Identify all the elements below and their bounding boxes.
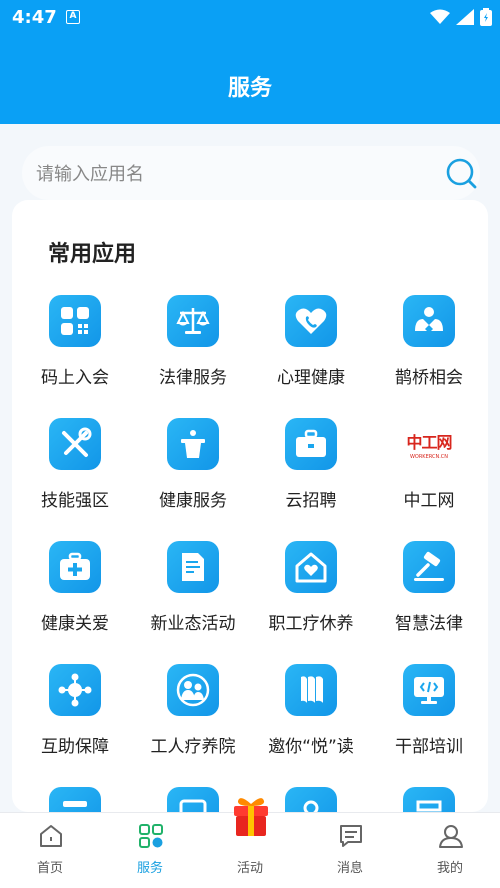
tab-label: 消息 (336, 861, 363, 876)
app-label: 码上入会 (41, 368, 109, 388)
grid-scan-icon (49, 295, 101, 347)
app-new-business[interactable]: 新业态活动 (134, 541, 252, 651)
zgw-logo-text: 中工网 (406, 432, 452, 452)
briefcase-icon (285, 418, 337, 470)
medical-kit-icon (49, 541, 101, 593)
app-label: 技能强区 (41, 491, 109, 511)
app-label: 健康服务 (159, 491, 227, 511)
app-label: 新业态活动 (150, 614, 236, 634)
app-mental-health[interactable]: 心理健康 (252, 295, 370, 405)
house-heart-icon (285, 541, 337, 593)
app-label: 邀你“悦”读 (268, 737, 354, 757)
app-mutual-aid[interactable]: 互助保障 (16, 664, 134, 774)
status-time: 4:47 (12, 7, 57, 28)
app-zhonggongwang[interactable]: 中工网 WORKERCN.CN 中工网 (370, 418, 488, 528)
home-icon (40, 825, 62, 847)
app-label: 智慧法律 (395, 614, 463, 634)
gavel-icon (403, 541, 455, 593)
tab-label: 我的 (436, 861, 463, 876)
people-icon (167, 664, 219, 716)
tab-home[interactable]: 首页 (0, 813, 100, 877)
app-partial-4[interactable] (370, 787, 488, 812)
gift-icon[interactable] (226, 792, 276, 842)
app-label: 鹊桥相会 (395, 368, 463, 388)
tab-profile[interactable]: 我的 (400, 813, 500, 877)
app-workers-sanatorium[interactable]: 工人疗养院 (134, 664, 252, 774)
zhonggongwang-logo: 中工网 WORKERCN.CN (403, 418, 455, 470)
network-icon (49, 664, 101, 716)
app-cloud-recruit[interactable]: 云招聘 (252, 418, 370, 528)
app-health-care[interactable]: 健康关爱 (16, 541, 134, 651)
app-label: 法律服务 (159, 368, 227, 388)
scales-icon (167, 295, 219, 347)
apps-grid-icon (139, 824, 163, 848)
app-label: 职工疗休养 (268, 614, 354, 634)
app-label: 云招聘 (285, 491, 337, 511)
app-icon-partial (167, 787, 219, 812)
app-label: 互助保障 (41, 737, 109, 757)
app-health-service[interactable]: 健康服务 (134, 418, 252, 528)
app-label: 干部培训 (395, 737, 463, 757)
search-input[interactable] (36, 160, 416, 188)
search-icon[interactable] (444, 156, 478, 190)
app-icon-partial (403, 787, 455, 812)
app-worker-recuperation[interactable]: 职工疗休养 (252, 541, 370, 651)
podium-icon (167, 418, 219, 470)
app-code-join[interactable]: 码上入会 (16, 295, 134, 405)
signal-icon (456, 9, 474, 25)
app-label: 健康关爱 (41, 614, 109, 634)
tab-services[interactable]: 服务 (100, 813, 200, 877)
tab-label: 服务 (136, 861, 163, 876)
user-icon (439, 825, 463, 848)
notification-icon: A (66, 10, 80, 24)
app-label: 心理健康 (277, 368, 345, 388)
book-icon (285, 664, 337, 716)
search-bar[interactable] (22, 146, 480, 200)
app-header: 服务 (0, 36, 500, 124)
heart-phone-icon (285, 295, 337, 347)
tools-icon (49, 418, 101, 470)
section-title: 常用应用 (48, 242, 137, 267)
app-label: 中工网 (403, 491, 455, 511)
document-icon (167, 541, 219, 593)
app-label: 工人疗养院 (150, 737, 236, 757)
app-legal-service[interactable]: 法律服务 (134, 295, 252, 405)
app-icon-partial (285, 787, 337, 812)
app-skills[interactable]: 技能强区 (16, 418, 134, 528)
app-reading[interactable]: 邀你“悦”读 (252, 664, 370, 774)
common-apps-card: 常用应用 码上入会 法律服务 心理健康 鹊桥相会 技能强区 健康服务 云招聘 中… (12, 200, 488, 812)
couple-icon (403, 295, 455, 347)
page-title: 服务 (227, 76, 272, 101)
app-partial-1[interactable] (16, 787, 134, 812)
system-nav-strip (0, 876, 500, 888)
monitor-code-icon (403, 664, 455, 716)
tab-label: 活动 (236, 861, 263, 876)
app-cadre-training[interactable]: 干部培训 (370, 664, 488, 774)
app-icon-partial (49, 787, 101, 812)
app-smart-law[interactable]: 智慧法律 (370, 541, 488, 651)
tab-label: 首页 (36, 861, 63, 876)
zgw-logo-sub: WORKERCN.CN (409, 453, 449, 460)
battery-icon (480, 8, 492, 26)
tab-messages[interactable]: 消息 (300, 813, 400, 877)
status-bar: 4:47 A (0, 0, 500, 36)
message-icon (340, 825, 362, 847)
app-matchmaking[interactable]: 鹊桥相会 (370, 295, 488, 405)
status-icons (430, 8, 492, 26)
wifi-icon (430, 9, 450, 24)
